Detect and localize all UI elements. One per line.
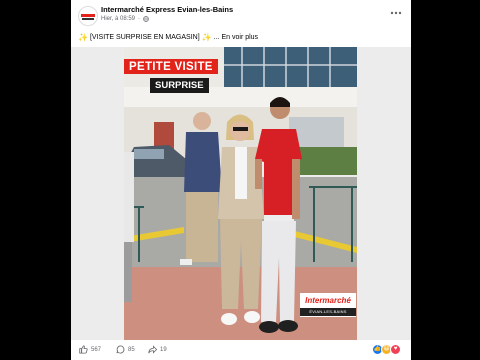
love-reaction-icon: ♥ [390,344,401,355]
like-action[interactable]: 567 [79,345,101,354]
post-timestamp[interactable]: Hier, à 08:59 [101,16,135,22]
post-ellipsis: ... [213,34,220,41]
post-message: [VISITE SURPRISE EN MAGASIN] [89,34,200,41]
banner-subtitle: SURPRISE [150,78,209,93]
meta-separator: · [138,16,141,22]
facebook-post-card: Intermarché Express Evian-les-Bains Hier… [71,0,411,360]
post-photo-area[interactable]: PETITE VISITE SURPRISE Intermarché ÉVIAN… [71,47,411,340]
post-meta: Hier, à 08:59 · [101,16,149,22]
sparkles-icon: ✨ [201,33,212,42]
post-header: Intermarché Express Evian-les-Bains Hier… [71,0,411,30]
more-options-icon [390,11,402,15]
like-count: 567 [91,346,102,353]
share-action[interactable]: 19 [148,345,167,354]
comment-icon [116,345,125,354]
avatar-logo-line [82,18,94,20]
page-avatar[interactable] [78,6,98,26]
sparkles-icon: ✨ [78,33,88,42]
share-count: 19 [160,346,167,353]
see-more-link[interactable]: En voir plus [221,34,258,41]
more-options-button[interactable] [389,8,403,20]
post-footer: 567 85 19 👍 😆 ♥ [71,340,411,360]
post-text: ✨ [VISITE SURPRISE EN MAGASIN] ✨ ... En … [78,33,258,42]
comment-action[interactable]: 85 [116,345,135,354]
globe-icon [143,16,149,22]
comment-count: 85 [128,346,135,353]
reaction-summary[interactable]: 👍 😆 ♥ [372,344,401,355]
logo-text: Intermarché [305,296,351,305]
avatar-logo-mark [81,14,95,17]
page-name-link[interactable]: Intermarché Express Evian-les-Bains [101,5,233,14]
post-photo[interactable]: PETITE VISITE SURPRISE Intermarché ÉVIAN… [124,47,357,340]
banner-title: PETITE VISITE [124,59,218,74]
share-icon [148,345,157,354]
thumbs-up-icon [79,345,88,354]
intermarche-logo: Intermarché ÉVIAN-LES-BAINS [300,293,356,317]
logo-location: ÉVIAN-LES-BAINS [300,308,356,316]
